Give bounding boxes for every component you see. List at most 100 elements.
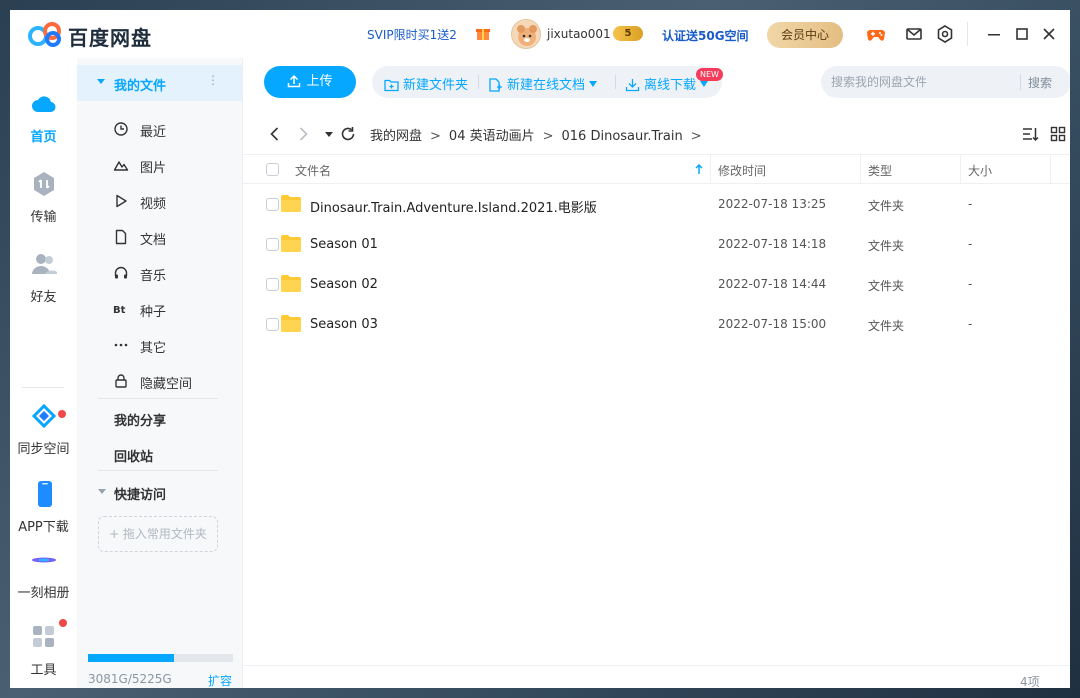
expand-triangle-icon[interactable] [97, 79, 105, 84]
quick-access-triangle-icon[interactable] [98, 489, 106, 494]
nav-friends[interactable]: 好友 [10, 250, 77, 305]
sidebar-item-recent[interactable]: 最近 [110, 117, 230, 141]
search-button[interactable]: 搜索 [1028, 74, 1052, 91]
more-options-icon[interactable]: ⋮ [207, 73, 219, 87]
nav-sync-space-label: 同步空间 [17, 442, 70, 457]
file-name[interactable]: Dinosaur.Train.Adventure.Island.2021.电影版 [310, 197, 597, 216]
breadcrumb-item[interactable]: 我的网盘 [370, 129, 422, 144]
nav-home[interactable]: 首页 [10, 90, 77, 145]
sidebar-item-label: 最近 [140, 125, 167, 140]
file-name[interactable]: Season 02 [310, 277, 378, 292]
offline-download-button[interactable]: 离线下载 [625, 74, 709, 93]
maximize-icon[interactable] [1010, 22, 1034, 46]
search-input[interactable] [831, 73, 1011, 91]
column-header-name[interactable]: 文件名 [295, 162, 331, 179]
file-modified: 2022-07-18 13:25 [718, 197, 827, 211]
vip-center-button[interactable]: 会员中心 [767, 22, 843, 48]
svip-promo-link[interactable]: SVIP限时买1送2 [367, 26, 457, 43]
row-checkbox[interactable] [266, 278, 279, 291]
nav-album-label: 一刻相册 [17, 586, 70, 601]
table-row[interactable]: Season 02 2022-07-18 14:44 文件夹 - [243, 264, 1070, 304]
search-divider [1020, 74, 1021, 90]
sidebar-item-images[interactable]: 图片 [110, 153, 230, 177]
sidebar-item-hidden-space[interactable]: 隐藏空间 [110, 369, 230, 393]
avatar[interactable] [511, 19, 541, 49]
history-dropdown-icon[interactable] [319, 124, 339, 144]
main-panel: 上传 新建文件夹 新建在线文档 NEW 离线下载 搜索我的网盘文件 搜索 我的网… [243, 58, 1070, 688]
nav-home-label: 首页 [30, 130, 57, 145]
nav-friends-label: 好友 [30, 290, 57, 305]
minimize-icon[interactable] [982, 22, 1006, 46]
nav-tools-label: 工具 [30, 663, 57, 678]
path-navbar: 我的网盘 >04 英语动画片 >016 Dinosaur.Train > [243, 116, 1070, 152]
sort-ascending-icon[interactable] [694, 162, 704, 176]
nav-tools[interactable]: 工具 [10, 623, 77, 678]
new-online-doc-button[interactable]: 新建在线文档 [488, 74, 598, 93]
sidebar-quick-access[interactable]: 快捷访问 [114, 484, 166, 503]
sidebar-my-files[interactable]: 我的文件 ⋮ [77, 65, 242, 101]
sidebar-item-torrents[interactable]: Bt 种子 [110, 297, 230, 321]
row-checkbox[interactable] [266, 238, 279, 251]
sidebar-divider [98, 398, 218, 399]
certify-link[interactable]: 认证送50G空间 [662, 27, 749, 44]
quota-fill [88, 654, 174, 662]
table-row[interactable]: Dinosaur.Train.Adventure.Island.2021.电影版… [243, 184, 1070, 224]
breadcrumb: 我的网盘 >04 英语动画片 >016 Dinosaur.Train > [370, 125, 710, 144]
phone-icon [37, 481, 52, 507]
vip-level-badge[interactable]: 5 [613, 26, 643, 41]
file-size: - [968, 197, 973, 211]
back-arrow-icon[interactable] [265, 124, 285, 144]
sidebar-divider [98, 470, 218, 471]
drop-folder-area[interactable]: + 拖入常用文件夹 [98, 516, 218, 552]
refresh-icon[interactable] [338, 124, 358, 144]
new-folder-button[interactable]: 新建文件夹 [384, 74, 468, 93]
nav-app-download[interactable]: APP下载 [10, 480, 77, 535]
breadcrumb-item[interactable]: 04 英语动画片 [449, 129, 535, 144]
upload-button[interactable]: 上传 [264, 66, 356, 98]
sidebar-my-files-label: 我的文件 [114, 79, 167, 94]
expand-storage-link[interactable]: 扩容 [208, 672, 232, 688]
breadcrumb-item[interactable]: 016 Dinosaur.Train [562, 129, 683, 144]
sidebar-item-documents[interactable]: 文档 [110, 225, 230, 249]
file-name[interactable]: Season 03 [310, 317, 378, 332]
chevron-down-icon [700, 81, 709, 87]
row-checkbox[interactable] [266, 198, 279, 211]
tools-icon [32, 626, 54, 647]
nav-sync-space[interactable]: 同步空间 [10, 402, 77, 457]
nav-album[interactable]: 一刻相册 [10, 546, 77, 601]
table-row[interactable]: Season 01 2022-07-18 14:18 文件夹 - [243, 224, 1070, 264]
toolbar-divider [478, 75, 479, 89]
mail-icon[interactable] [904, 24, 924, 44]
row-checkbox[interactable] [266, 318, 279, 331]
close-icon[interactable] [1037, 22, 1061, 46]
folder-icon [281, 315, 301, 332]
grid-view-icon[interactable] [1049, 125, 1067, 143]
nav-transfer[interactable]: 传输 [10, 170, 77, 225]
column-header-modified[interactable]: 修改时间 [718, 162, 766, 179]
select-all-checkbox[interactable] [266, 163, 279, 176]
column-header-type[interactable]: 类型 [868, 162, 892, 179]
sidebar-item-recycle-bin[interactable]: 回收站 [114, 446, 153, 465]
table-row[interactable]: Season 03 2022-07-18 15:00 文件夹 - [243, 304, 1070, 344]
sidebar-item-music[interactable]: 音乐 [110, 261, 230, 285]
username[interactable]: jixutao001 [547, 27, 611, 41]
chevron-down-icon [589, 81, 598, 87]
sidebar-item-my-share[interactable]: 我的分享 [114, 410, 166, 429]
column-header-size[interactable]: 大小 [968, 162, 992, 179]
sidebar-item-videos[interactable]: 视频 [110, 189, 230, 213]
sort-icon[interactable] [1021, 125, 1039, 143]
settings-gear-icon[interactable] [935, 24, 955, 44]
file-modified: 2022-07-18 15:00 [718, 317, 827, 331]
forward-arrow-icon[interactable] [293, 124, 313, 144]
title-bar: 百度网盘 SVIP限时买1送2 jixutao001 5 认证送50G空间 会员… [10, 10, 1070, 58]
document-icon [115, 229, 127, 245]
sidebar-item-others[interactable]: 其它 [110, 333, 230, 357]
column-divider [710, 155, 711, 184]
transfer-icon [33, 172, 54, 196]
file-type: 文件夹 [868, 239, 905, 253]
game-icon[interactable] [866, 24, 886, 44]
app-window: 百度网盘 SVIP限时买1送2 jixutao001 5 认证送50G空间 会员… [10, 10, 1070, 688]
gift-icon[interactable] [475, 25, 491, 41]
breadcrumb-separator: > [430, 129, 441, 144]
file-name[interactable]: Season 01 [310, 237, 378, 252]
